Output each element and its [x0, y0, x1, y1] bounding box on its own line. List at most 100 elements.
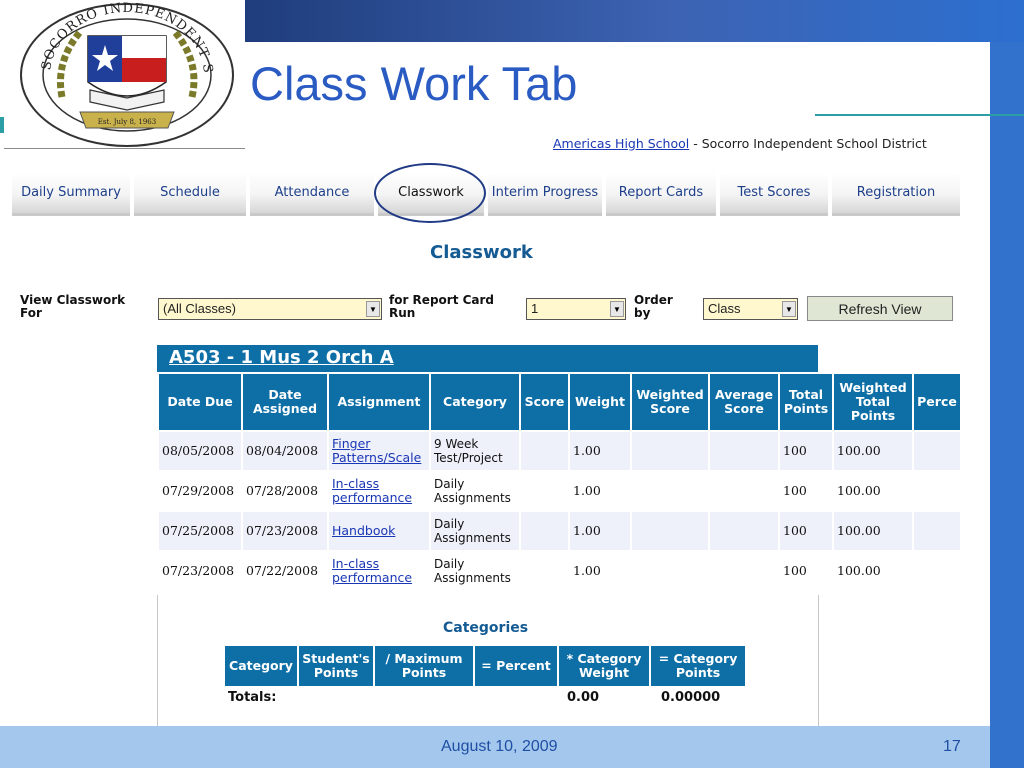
- cell-weight: 1.00: [570, 432, 630, 470]
- assignment-link[interactable]: Finger Patterns/Scale: [332, 436, 421, 465]
- slide-footer-corner: [990, 726, 1024, 768]
- assignments-table: Date Due Date Assigned Assignment Catego…: [157, 372, 962, 592]
- cell-date-assigned: 07/23/2008: [243, 512, 327, 550]
- cell-category: Daily Assignments: [434, 477, 511, 505]
- cell-weight: 1.00: [570, 512, 630, 550]
- cell-weighted-total-points: 100.00: [834, 432, 912, 470]
- cell-assignment: Finger Patterns/Scale: [329, 432, 429, 470]
- cell-assignment: Handbook: [329, 512, 429, 550]
- cell-weight: 1.00: [573, 563, 601, 578]
- col-header-date-assigned[interactable]: Date Assigned: [243, 374, 327, 430]
- cell-score: [521, 472, 568, 510]
- cell-weighted-score: [632, 472, 708, 510]
- cell-percent: [914, 432, 960, 470]
- col-header-weighted-score[interactable]: Weighted Score: [632, 374, 708, 430]
- tab-schedule[interactable]: Schedule: [134, 172, 246, 216]
- cell-weighted-score: [632, 432, 708, 470]
- total-category-points: 0.00000: [661, 690, 721, 705]
- report-card-run-label: for Report Card Run: [389, 293, 495, 320]
- class-select[interactable]: (All Classes) ▼: [158, 298, 382, 320]
- refresh-view-button[interactable]: Refresh View: [807, 296, 953, 321]
- cell-category: 9 Week Test/Project: [431, 432, 519, 470]
- cell-weight: 1.00: [573, 483, 601, 498]
- assignment-link[interactable]: In-class performance: [332, 476, 412, 505]
- categories-table: Category Student's Points / Maximum Poin…: [223, 644, 747, 688]
- slide-page-number: 17: [943, 738, 961, 755]
- cat-header-category: Category: [225, 646, 297, 686]
- cell-total-points: 100: [783, 483, 807, 498]
- col-header-weighted-total-points[interactable]: Weighted Total Points: [834, 374, 912, 430]
- cell-score: [521, 552, 568, 590]
- title-divider: [815, 114, 1024, 116]
- cat-header-category-points: = Category Points: [651, 646, 745, 686]
- cell-weighted-total-points: 100.00: [834, 512, 912, 550]
- tab-daily-summary[interactable]: Daily Summary: [12, 172, 130, 216]
- tab-report-cards[interactable]: Report Cards: [606, 172, 716, 216]
- assignment-link[interactable]: In-class performance: [332, 556, 412, 585]
- cell-percent: [914, 472, 960, 510]
- cell-date-due: 07/29/2008: [162, 483, 235, 498]
- school-line: Americas High School - Socorro Independe…: [553, 136, 927, 151]
- cell-date-due: 08/05/2008: [159, 432, 241, 470]
- logo-underline: [4, 148, 245, 149]
- col-header-category[interactable]: Category: [431, 374, 519, 430]
- cell-date-due: 07/25/2008: [159, 512, 241, 550]
- table-row: 07/25/2008 07/23/2008 Handbook Daily Ass…: [159, 512, 960, 550]
- cell-average-score: [710, 432, 778, 470]
- cell-weighted-score: [632, 552, 708, 590]
- cell-assignment: In-class performance: [329, 552, 429, 590]
- chevron-down-icon: ▼: [782, 301, 796, 317]
- cat-header-category-weight: * Category Weight: [559, 646, 649, 686]
- classwork-heading: Classwork: [430, 242, 533, 263]
- col-header-percent[interactable]: Perce: [914, 374, 960, 430]
- col-header-date-due[interactable]: Date Due: [159, 374, 241, 430]
- tab-test-scores[interactable]: Test Scores: [720, 172, 828, 216]
- chevron-down-icon: ▼: [610, 301, 624, 317]
- panel-left-border: [157, 595, 158, 726]
- panel-right-border: [818, 595, 819, 726]
- col-header-average-score[interactable]: Average Score: [710, 374, 778, 430]
- cell-score: [521, 512, 568, 550]
- cell-percent: [914, 512, 960, 550]
- class-name-link[interactable]: A503 - 1 Mus 2 Orch A: [169, 347, 394, 368]
- slide-title: Class Work Tab: [250, 57, 578, 110]
- cell-weighted-total-points: 100.00: [837, 563, 881, 578]
- order-by-value: Class: [708, 301, 741, 316]
- cat-header-percent: = Percent: [475, 646, 557, 686]
- table-row: 07/29/2008 07/28/2008 In-class performan…: [159, 472, 960, 510]
- tab-interim-progress[interactable]: Interim Progress: [488, 172, 602, 216]
- cat-header-maximum-points: / Maximum Points: [375, 646, 473, 686]
- categories-heading: Categories: [443, 620, 529, 636]
- order-by-select[interactable]: Class ▼: [703, 298, 798, 320]
- cell-date-assigned: 07/22/2008: [246, 563, 319, 578]
- class-header-bar: A503 - 1 Mus 2 Orch A: [157, 345, 818, 372]
- table-row: 08/05/2008 08/04/2008 Finger Patterns/Sc…: [159, 432, 960, 470]
- cell-weighted-score: [632, 512, 708, 550]
- cell-category: Daily Assignments: [431, 512, 519, 550]
- tab-attendance[interactable]: Attendance: [250, 172, 374, 216]
- cell-score: [521, 432, 568, 470]
- order-by-label: Order by: [634, 293, 673, 320]
- school-link[interactable]: Americas High School: [553, 136, 689, 151]
- col-header-weight[interactable]: Weight: [570, 374, 630, 430]
- tab-registration[interactable]: Registration: [832, 172, 960, 216]
- cell-assignment: In-class performance: [329, 472, 429, 510]
- col-header-total-points[interactable]: Total Points: [780, 374, 832, 430]
- cell-date-assigned: 08/04/2008: [243, 432, 327, 470]
- col-header-assignment[interactable]: Assignment: [329, 374, 429, 430]
- view-classwork-label: View Classwork For: [20, 293, 126, 320]
- cell-total-points: 100: [780, 512, 832, 550]
- cell-average-score: [710, 472, 778, 510]
- report-card-run-select[interactable]: 1 ▼: [526, 298, 626, 320]
- table-header-row: Date Due Date Assigned Assignment Catego…: [159, 374, 960, 430]
- portal-tab-bar: Daily Summary Schedule Attendance Classw…: [12, 172, 960, 218]
- school-district-text: - Socorro Independent School District: [689, 136, 927, 151]
- classwork-tab-highlight-circle: [374, 163, 486, 223]
- slide-right-band: [990, 42, 1024, 768]
- cell-total-points: 100: [780, 432, 832, 470]
- totals-label: Totals:: [228, 690, 277, 705]
- cell-average-score: [710, 512, 778, 550]
- assignment-link[interactable]: Handbook: [332, 523, 395, 538]
- col-header-score[interactable]: Score: [521, 374, 568, 430]
- slide-top-band: [245, 0, 1024, 42]
